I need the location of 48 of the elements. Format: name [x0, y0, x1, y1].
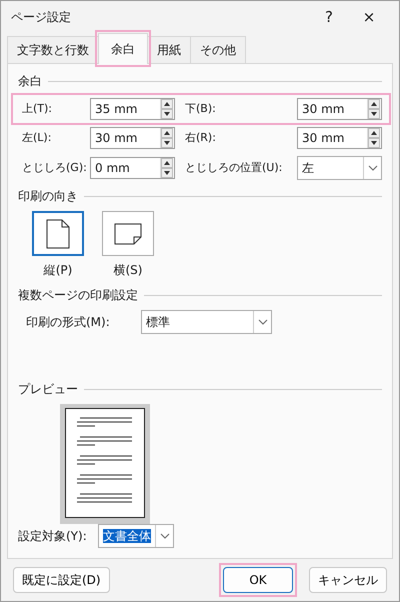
help-button[interactable]: ? [309, 6, 349, 28]
spin-field[interactable]: 30 mm [297, 127, 382, 149]
spin-field[interactable]: 35 mm [90, 98, 175, 120]
field-label: とじしろ(G): [22, 160, 88, 176]
field-label: 設定対象(Y): [18, 528, 88, 545]
dialog-button[interactable]: キャンセル [309, 567, 387, 593]
dialog-button[interactable]: 既定に設定(D) [13, 567, 110, 593]
up-arrow-icon [368, 99, 380, 109]
orientation-label: 横(S) [114, 262, 142, 279]
orientation-label: 縦(P) [44, 262, 72, 279]
spin-field[interactable]: 0 mm [90, 157, 175, 179]
tab[interactable]: 余白 [98, 33, 148, 64]
section-heading: プレビュー [18, 381, 78, 398]
down-arrow-icon [368, 109, 380, 119]
dropdown[interactable]: 標準 [141, 310, 272, 334]
close-button[interactable]: × [349, 6, 389, 28]
orientation-button[interactable] [32, 211, 84, 256]
field-label: とじしろの位置(U): [185, 160, 284, 176]
up-arrow-icon [161, 128, 173, 138]
landscape-page-icon [114, 222, 142, 244]
portrait-page-icon [46, 218, 70, 248]
up-arrow-icon [161, 99, 173, 109]
chevron-icon [160, 533, 170, 539]
up-arrow-icon [368, 128, 380, 138]
section-heading: 複数ページの印刷設定 [18, 287, 138, 304]
field-label: 印刷の形式(M): [26, 314, 111, 332]
field-label: 下(B): [185, 100, 217, 117]
chevron-icon [368, 165, 378, 171]
section-heading: 余白 [18, 73, 42, 90]
spin-field[interactable]: 30 mm [90, 127, 175, 149]
up-arrow-icon [161, 158, 173, 168]
spin-field[interactable]: 30 mm [297, 98, 382, 120]
orientation-button[interactable] [102, 211, 154, 256]
window-title: ページ設定 [11, 9, 72, 26]
dropdown[interactable]: 左 [297, 156, 382, 180]
field-label: 右(R): [185, 130, 217, 146]
dropdown[interactable]: 文書全体 [98, 524, 174, 548]
down-arrow-icon [161, 168, 173, 178]
section-heading: 印刷の向き [18, 188, 78, 205]
field-label: 上(T): [22, 100, 54, 117]
down-arrow-icon [161, 109, 173, 119]
tab[interactable]: その他 [190, 36, 246, 63]
chevron-icon [258, 319, 268, 326]
field-label: 左(L): [22, 130, 52, 146]
tab[interactable]: 文字数と行数 [7, 36, 99, 63]
dialog-button[interactable]: OK [223, 567, 293, 593]
down-arrow-icon [368, 138, 380, 148]
down-arrow-icon [161, 138, 173, 148]
